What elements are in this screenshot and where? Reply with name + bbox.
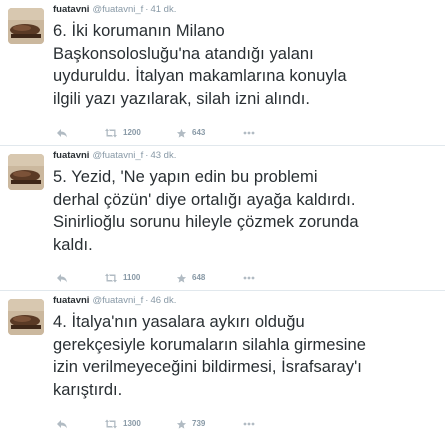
retweet-count: 1200	[123, 128, 141, 137]
tweet-text-line: 4. İtalya'nın yasalara aykırı olduğu	[53, 313, 305, 331]
tweet-text-line: kaldı.	[53, 235, 93, 254]
tweet-text: 5. Yezid, 'Ne yapın edin bu problemi der…	[53, 166, 438, 256]
retweet-icon	[105, 419, 117, 429]
star-icon	[176, 273, 187, 283]
favorite-count: 643	[192, 128, 206, 137]
tweet-timestamp[interactable]: 41 dk.	[150, 4, 176, 15]
retweet-count: 1300	[123, 419, 141, 428]
reply-icon	[57, 129, 67, 138]
tweet[interactable]: fuatavni @fuatavni_f · 46 dk. 4. İtalya'nın…	[0, 291, 445, 440]
avatar[interactable]	[8, 154, 44, 190]
tweet-header: fuatavni @fuatavni_f · 43 dk.	[53, 149, 176, 163]
tweet-text-line: Başkonsolosluğu'na atandığı yalanı	[53, 44, 314, 63]
user-fullname[interactable]: fuatavni	[53, 4, 89, 15]
reply-button[interactable]	[56, 126, 68, 140]
user-handle[interactable]: @fuatavni_f	[92, 150, 143, 161]
user-handle[interactable]: @fuatavni_f	[92, 295, 143, 306]
tweet[interactable]: fuatavni @fuatavni_f · 41 dk. 6. İki koruma…	[0, 0, 445, 146]
user-handle[interactable]: @fuatavni_f	[92, 4, 143, 15]
tweet-text-line: karıştırdı.	[53, 380, 123, 399]
more-button[interactable]	[243, 271, 255, 285]
separator-dot: ·	[145, 295, 149, 306]
reply-icon	[57, 274, 67, 283]
tweet-timestamp[interactable]: 43 dk.	[150, 150, 176, 161]
retweet-icon	[105, 128, 117, 138]
user-fullname[interactable]: fuatavni	[53, 150, 89, 161]
tweet[interactable]: fuatavni @fuatavni_f · 43 dk. 5. Yezid, 'Ne…	[0, 146, 445, 291]
reply-icon	[57, 420, 67, 429]
tweet-text: 4. İtalya'nın yasalara aykırı olduğu ger…	[53, 311, 438, 401]
reply-button[interactable]	[56, 271, 68, 285]
avatar[interactable]	[8, 299, 44, 335]
tweet-text-line: izin verilmeyeceğini bildirmesi, İsrafsa…	[53, 358, 362, 376]
more-icon	[243, 422, 255, 426]
tweet-text-line: 5. Yezid, 'Ne yapın edin bu problemi	[53, 168, 318, 186]
more-button[interactable]	[243, 417, 255, 431]
tweet-text-line: uyduruldu. İtalyan makamlarına konuyla	[53, 67, 347, 85]
retweet-button[interactable]: 1200	[104, 126, 141, 140]
tweet-text-line: gerekçesiyle korumaların silahla girmesi…	[53, 335, 366, 354]
favorite-button[interactable]: 648	[176, 271, 205, 285]
tweet-header: fuatavni @fuatavni_f · 41 dk.	[53, 3, 176, 17]
retweet-icon	[105, 273, 117, 283]
tweet-text-line: derhal çözün' diye ortalığı ayağa kaldır…	[53, 190, 356, 209]
star-icon	[176, 128, 187, 138]
favorite-button[interactable]: 643	[176, 126, 205, 140]
tweet-timestamp[interactable]: 46 dk.	[150, 295, 176, 306]
retweet-count: 1100	[123, 273, 141, 282]
tweet-text-line: ilgili yazı yazılarak, silah izni alındı…	[53, 89, 310, 108]
separator-dot: ·	[145, 150, 149, 161]
retweet-button[interactable]: 1100	[104, 271, 140, 285]
star-icon	[176, 419, 187, 429]
tweet-header: fuatavni @fuatavni_f · 46 dk.	[53, 294, 176, 308]
avatar[interactable]	[8, 8, 44, 44]
tweet-text-line: Sinirlioğlu sorunu hileyle çözmek zorund…	[53, 213, 359, 231]
user-fullname[interactable]: fuatavni	[53, 295, 89, 306]
more-icon	[243, 131, 255, 135]
retweet-button[interactable]: 1300	[104, 417, 141, 431]
reply-button[interactable]	[56, 417, 68, 431]
tweet-text: 6. İki korumanın Milano Başkonsolosluğu'…	[53, 20, 438, 110]
more-icon	[243, 276, 255, 280]
tweet-text-line: 6. İki korumanın Milano	[53, 22, 225, 40]
favorite-count: 648	[192, 273, 206, 282]
separator-dot: ·	[145, 4, 149, 15]
favorite-count: 739	[192, 419, 206, 428]
favorite-button[interactable]: 739	[176, 417, 205, 431]
more-button[interactable]	[243, 126, 255, 140]
tweet-timeline: fuatavni @fuatavni_f · 41 dk. 6. İki koruma…	[0, 0, 445, 440]
